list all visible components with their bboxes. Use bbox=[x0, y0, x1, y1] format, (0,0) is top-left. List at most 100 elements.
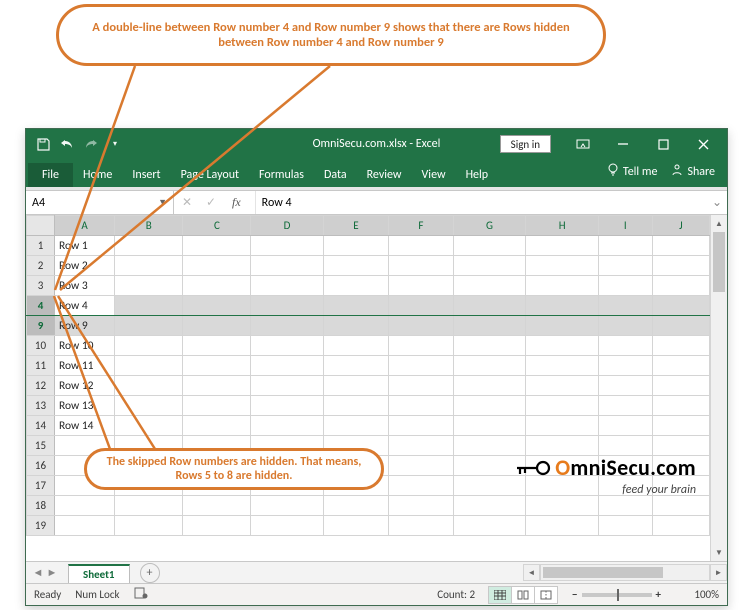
cell-J18[interactable] bbox=[652, 496, 709, 516]
cell-H12[interactable] bbox=[526, 376, 598, 396]
cell-G11[interactable] bbox=[453, 356, 526, 376]
name-box-dropdown-icon[interactable]: ▼ bbox=[158, 197, 167, 208]
cell-A19[interactable] bbox=[55, 516, 115, 536]
cell-F15[interactable] bbox=[389, 436, 453, 456]
cell-J9[interactable] bbox=[652, 316, 709, 336]
cell-B3[interactable] bbox=[115, 276, 183, 296]
zoom-in-icon[interactable]: + bbox=[656, 588, 661, 601]
cell-D19[interactable] bbox=[251, 516, 323, 536]
cell-J10[interactable] bbox=[652, 336, 709, 356]
name-box[interactable]: A4 ▼ bbox=[26, 191, 174, 214]
cell-I12[interactable] bbox=[598, 376, 652, 396]
view-page-layout-button[interactable] bbox=[511, 586, 535, 604]
sheet-tab-sheet1[interactable]: Sheet1 bbox=[68, 564, 130, 583]
cell-A13[interactable]: Row 13 bbox=[55, 396, 115, 416]
row-header-19[interactable]: 19 bbox=[27, 516, 55, 536]
cell-E14[interactable] bbox=[323, 416, 389, 436]
row-header-14[interactable]: 14 bbox=[27, 416, 55, 436]
cell-G17[interactable] bbox=[453, 476, 526, 496]
cell-J2[interactable] bbox=[652, 256, 709, 276]
vertical-scrollbar[interactable]: ▲ ▼ bbox=[710, 215, 727, 561]
cell-B9[interactable] bbox=[115, 316, 183, 336]
cell-I9[interactable] bbox=[598, 316, 652, 336]
column-header-I[interactable]: I bbox=[598, 216, 652, 236]
tab-formulas[interactable]: Formulas bbox=[249, 163, 314, 187]
cell-J15[interactable] bbox=[652, 436, 709, 456]
cell-C18[interactable] bbox=[183, 496, 251, 516]
close-button[interactable] bbox=[685, 129, 721, 159]
cell-J19[interactable] bbox=[652, 516, 709, 536]
cell-G10[interactable] bbox=[453, 336, 526, 356]
cell-I11[interactable] bbox=[598, 356, 652, 376]
cell-C19[interactable] bbox=[183, 516, 251, 536]
cell-A12[interactable]: Row 12 bbox=[55, 376, 115, 396]
row-header-17[interactable]: 17 bbox=[27, 476, 55, 496]
cell-G12[interactable] bbox=[453, 376, 526, 396]
cell-B12[interactable] bbox=[115, 376, 183, 396]
cell-D12[interactable] bbox=[251, 376, 323, 396]
cell-A9[interactable]: Row 9 bbox=[55, 316, 115, 336]
column-header-H[interactable]: H bbox=[526, 216, 598, 236]
scroll-right-icon[interactable]: ► bbox=[710, 564, 727, 581]
save-icon[interactable] bbox=[36, 137, 50, 151]
insert-function-icon[interactable]: fx bbox=[228, 195, 249, 210]
minimize-button[interactable] bbox=[605, 129, 641, 159]
cell-C9[interactable] bbox=[183, 316, 251, 336]
cell-F11[interactable] bbox=[389, 356, 453, 376]
new-sheet-button[interactable]: + bbox=[140, 563, 160, 583]
row-header-10[interactable]: 10 bbox=[27, 336, 55, 356]
row-header-13[interactable]: 13 bbox=[27, 396, 55, 416]
cell-G3[interactable] bbox=[453, 276, 526, 296]
cell-A4[interactable]: Row 4 bbox=[55, 296, 115, 316]
cell-D1[interactable] bbox=[251, 236, 323, 256]
cell-H18[interactable] bbox=[526, 496, 598, 516]
row-header-18[interactable]: 18 bbox=[27, 496, 55, 516]
sign-in-button[interactable]: Sign in bbox=[500, 135, 551, 153]
scroll-left-icon[interactable]: ◄ bbox=[523, 564, 540, 581]
cell-H19[interactable] bbox=[526, 516, 598, 536]
row-header-12[interactable]: 12 bbox=[27, 376, 55, 396]
cell-C12[interactable] bbox=[183, 376, 251, 396]
column-header-J[interactable]: J bbox=[652, 216, 709, 236]
cell-I4[interactable] bbox=[598, 296, 652, 316]
cell-E1[interactable] bbox=[323, 236, 389, 256]
row-header-2[interactable]: 2 bbox=[27, 256, 55, 276]
column-header-F[interactable]: F bbox=[389, 216, 453, 236]
cell-I3[interactable] bbox=[598, 276, 652, 296]
cell-I2[interactable] bbox=[598, 256, 652, 276]
cancel-formula-icon[interactable]: ✕ bbox=[180, 195, 194, 210]
cell-C1[interactable] bbox=[183, 236, 251, 256]
cell-I10[interactable] bbox=[598, 336, 652, 356]
column-header-G[interactable]: G bbox=[453, 216, 526, 236]
tab-file[interactable]: File bbox=[28, 163, 73, 187]
cell-J14[interactable] bbox=[652, 416, 709, 436]
cell-E9[interactable] bbox=[323, 316, 389, 336]
horizontal-scrollbar[interactable]: ◄ ► bbox=[523, 564, 727, 581]
cell-B11[interactable] bbox=[115, 356, 183, 376]
cell-C10[interactable] bbox=[183, 336, 251, 356]
expand-formula-bar-icon[interactable]: ⌄ bbox=[707, 195, 727, 210]
cell-B13[interactable] bbox=[115, 396, 183, 416]
formula-input[interactable]: Row 4 bbox=[256, 196, 707, 210]
cell-D3[interactable] bbox=[251, 276, 323, 296]
cell-E18[interactable] bbox=[323, 496, 389, 516]
cell-I18[interactable] bbox=[598, 496, 652, 516]
cell-A2[interactable]: Row 2 bbox=[55, 256, 115, 276]
cell-F18[interactable] bbox=[389, 496, 453, 516]
qat-customize-icon[interactable]: ▾ bbox=[108, 137, 122, 151]
cell-H2[interactable] bbox=[526, 256, 598, 276]
cell-D18[interactable] bbox=[251, 496, 323, 516]
enter-formula-icon[interactable]: ✓ bbox=[204, 195, 218, 210]
cell-I14[interactable] bbox=[598, 416, 652, 436]
cell-E13[interactable] bbox=[323, 396, 389, 416]
cell-E11[interactable] bbox=[323, 356, 389, 376]
cell-A11[interactable]: Row 11 bbox=[55, 356, 115, 376]
cell-I13[interactable] bbox=[598, 396, 652, 416]
cell-C14[interactable] bbox=[183, 416, 251, 436]
cell-H9[interactable] bbox=[526, 316, 598, 336]
tab-review[interactable]: Review bbox=[357, 163, 412, 187]
next-sheet-icon[interactable]: ► bbox=[46, 566, 58, 579]
cell-B4[interactable] bbox=[115, 296, 183, 316]
column-header-B[interactable]: B bbox=[115, 216, 183, 236]
row-header-1[interactable]: 1 bbox=[27, 236, 55, 256]
